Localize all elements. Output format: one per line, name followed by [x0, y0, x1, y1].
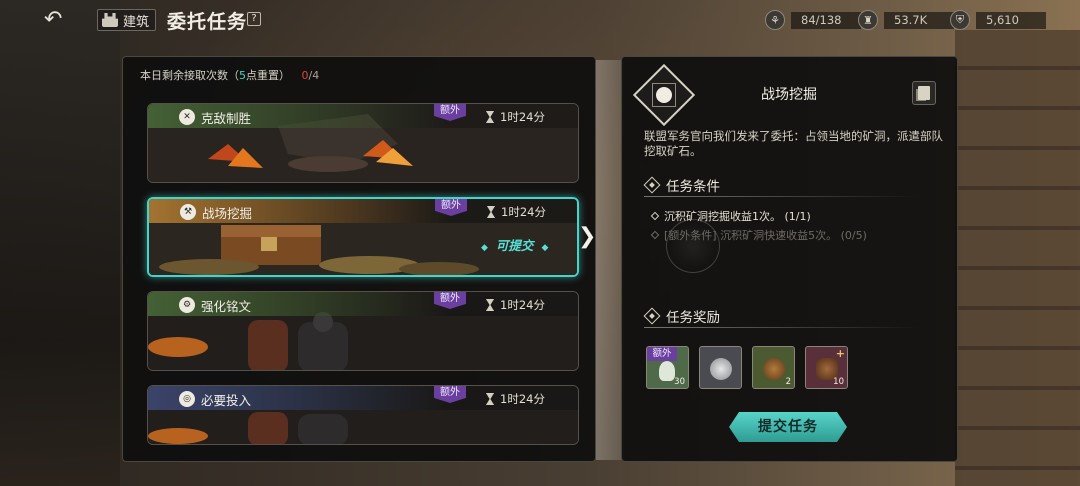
details-glyph [918, 86, 930, 100]
status-text: 可提交 [495, 238, 534, 253]
resource-tower: ♜ 53.7K [858, 10, 954, 30]
hourglass-icon [486, 111, 494, 123]
build-button[interactable]: 建筑 [97, 9, 157, 31]
resource-value: 53.7K [884, 11, 954, 29]
condition-text: [额外条件] 沉积矿洞快速收益5次。 (0/5) [664, 229, 867, 242]
back-arrow-icon[interactable]: ↶ [44, 8, 86, 32]
resource-shield: ⛨ 5,610 [950, 10, 1046, 30]
chevron-right-icon[interactable]: ❯ [578, 226, 596, 248]
reward-item[interactable]: + 10 [805, 346, 848, 389]
section-divider [644, 327, 919, 328]
condition-item: 沉积矿洞挖掘收益1次。 (1/1) [650, 208, 811, 224]
task-detail-panel: 战场挖掘 联盟军务官向我们发来了委托：占领当地的矿洞，派遣部队挖取矿石。 任务条… [621, 56, 958, 462]
reward-qty: 10 [833, 377, 844, 387]
background-left [0, 0, 120, 486]
diamond-bullet-icon [650, 211, 660, 221]
hourglass-icon [487, 206, 495, 218]
conditions-title-text: 任务条件 [666, 179, 720, 195]
background-window-light [596, 60, 624, 460]
reward-item[interactable] [699, 346, 742, 389]
task-timer: 1时24分 [486, 391, 545, 407]
hourglass-icon [486, 393, 494, 405]
reward-qty: 2 [785, 377, 791, 387]
task-name: 必要投入 [201, 393, 252, 408]
crossed-swords-icon: ✕ [179, 109, 195, 125]
diamond-icon [643, 176, 661, 194]
task-timer: 1时24分 [486, 109, 545, 125]
resource-value: 5,610 [976, 11, 1046, 29]
emblem-core [656, 87, 672, 103]
diamond-icon [643, 307, 661, 325]
extra-tag: 额外 [647, 347, 677, 361]
rewards-section-title: 任务奖励 [643, 306, 720, 326]
dig-icon: ⚒ [180, 204, 196, 220]
emblem-inner [652, 83, 676, 107]
pouch-icon [763, 358, 785, 380]
daily-prefix: 本日剩余接取次数（ [140, 69, 239, 82]
task-emblem-icon [632, 63, 696, 127]
top-bar: ↶ 建筑 委托任务 ? ⚘ 84/138 ♜ 53.7K ⛨ 5,610 [0, 0, 1080, 40]
rewards-title-text: 任务奖励 [666, 310, 720, 326]
task-card[interactable]: ✕ 克敌制胜 额外 1时24分 [147, 103, 579, 183]
timer-text: 1时24分 [501, 205, 546, 219]
page-title: 委托任务 [167, 11, 248, 33]
timer-text: 1时24分 [500, 110, 545, 124]
resource-wheat: ⚘ 84/138 [765, 10, 861, 30]
task-list-panel: 本日剩余接取次数（5点重置） 0/4 ✕ 克敌制胜 额外 1时24分 ⚒ 战场挖… [122, 56, 596, 462]
help-icon[interactable]: ? [247, 12, 261, 26]
condition-text: 沉积矿洞挖掘收益1次。 (1/1) [664, 210, 811, 223]
feather-icon [659, 361, 675, 381]
timer-text: 1时24分 [500, 298, 545, 312]
invest-icon: ◎ [179, 391, 195, 407]
section-divider [644, 196, 919, 197]
submit-task-button[interactable]: 提交任务 [729, 412, 847, 442]
diamond-bullet-icon [650, 230, 660, 240]
daily-remaining: 本日剩余接取次数（5点重置） 0/4 [140, 67, 319, 83]
status-dot-right: ◆ [541, 243, 549, 253]
reward-qty: 30 [674, 377, 685, 387]
daily-total-count: /4 [308, 69, 320, 82]
build-label: 建筑 [123, 14, 150, 30]
daily-reset-hour: 5 [239, 69, 246, 82]
wheat-icon: ⚘ [765, 10, 785, 30]
task-description: 联盟军务官向我们发来了委托：占领当地的矿洞，派遣部队挖取矿石。 [644, 129, 943, 158]
conditions-section-title: 任务条件 [643, 175, 720, 195]
submittable-status: ◆ 可提交 ◆ [473, 235, 556, 254]
silver-coins-icon [710, 358, 732, 380]
hourglass-icon [486, 299, 494, 311]
task-card[interactable]: ⚙ 强化铭文 额外 1时24分 [147, 291, 579, 371]
resource-value: 84/138 [791, 11, 861, 29]
status-dot-left: ◆ [481, 243, 488, 253]
task-name: 强化铭文 [201, 299, 252, 314]
shield-icon: ⛨ [950, 10, 970, 30]
task-card[interactable]: ◎ 必要投入 额外 1时24分 [147, 385, 579, 445]
daily-used-count: 0 [301, 69, 309, 82]
reward-item[interactable]: 额外 30 [646, 346, 689, 389]
reward-item[interactable]: 2 [752, 346, 795, 389]
task-timer: 1时24分 [487, 204, 546, 220]
plus-icon: + [835, 347, 845, 360]
timer-text: 1时24分 [500, 392, 545, 406]
task-card-selected[interactable]: ⚒ 战场挖掘 额外 1时24分 ◆ 可提交 ◆ [147, 197, 579, 277]
tower-icon: ♜ [858, 10, 878, 30]
condition-item-extra: [额外条件] 沉积矿洞快速收益5次。 (0/5) [650, 227, 867, 243]
task-name: 战场挖掘 [202, 206, 253, 221]
details-icon[interactable] [912, 81, 936, 105]
background-bookshelf [955, 30, 1080, 486]
task-timer: 1时24分 [486, 297, 545, 313]
rune-icon: ⚙ [179, 297, 195, 313]
task-detail-title: 战场挖掘 [761, 87, 817, 103]
castle-icon [102, 13, 118, 27]
daily-reset-text: 点重置） [246, 69, 290, 82]
task-name: 克敌制胜 [201, 111, 252, 126]
